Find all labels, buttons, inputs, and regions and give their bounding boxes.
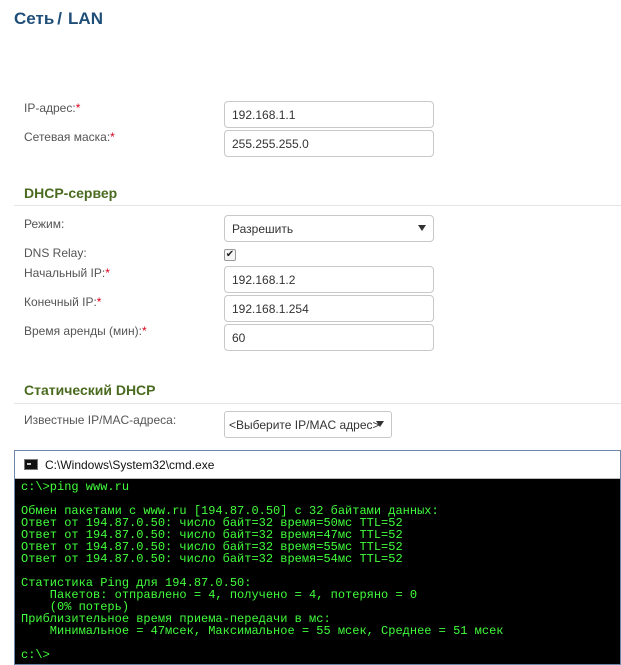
breadcrumb-separator: / — [57, 9, 63, 28]
dhcp-mode-label: Режим: — [24, 217, 65, 231]
chevron-down-icon — [376, 421, 384, 427]
ip-address-label: IP-адрес:* — [24, 101, 81, 115]
breadcrumb-root[interactable]: Сеть — [14, 9, 54, 28]
end-ip-input[interactable] — [224, 295, 434, 322]
section-divider — [14, 205, 621, 206]
chevron-down-icon — [418, 225, 426, 231]
subnet-mask-label: Сетевая маска:* — [24, 130, 115, 144]
required-mark: * — [75, 101, 81, 115]
required-mark: * — [96, 295, 102, 309]
cmd-title-bar[interactable]: C:\Windows\System32\cmd.exe — [15, 451, 620, 479]
dhcp-section-title: DHCP-сервер — [24, 185, 118, 201]
section-divider — [14, 403, 621, 404]
subnet-mask-input[interactable] — [224, 130, 434, 157]
known-ip-mac-select[interactable]: <Выберите IP/MAC адрес> — [224, 411, 392, 438]
console-icon — [24, 459, 38, 470]
required-mark: * — [110, 130, 115, 144]
checkmark-icon: ✔ — [225, 249, 235, 260]
known-ip-mac-label: Известные IP/MAC-адреса: — [24, 413, 177, 427]
cmd-output[interactable]: c:\>ping www.ru Обмен пакетами с www.ru … — [21, 481, 616, 661]
known-ip-mac-value: <Выберите IP/MAC адрес> — [229, 418, 380, 432]
dns-relay-label: DNS Relay: — [24, 246, 87, 260]
end-ip-label: Конечный IP:* — [24, 295, 102, 309]
dhcp-mode-value: Разрешить — [232, 222, 294, 236]
lease-time-label: Время аренды (мин):* — [24, 324, 147, 338]
static-dhcp-section-title: Статический DHCP — [24, 382, 156, 398]
start-ip-input[interactable] — [224, 266, 434, 293]
breadcrumb: Сеть / LAN — [14, 9, 103, 29]
cmd-window[interactable]: C:\Windows\System32\cmd.exe c:\>ping www… — [14, 450, 621, 665]
ip-address-input[interactable] — [224, 101, 434, 128]
dhcp-mode-select[interactable]: Разрешить — [224, 215, 434, 242]
required-mark: * — [141, 324, 147, 338]
cmd-window-title: C:\Windows\System32\cmd.exe — [45, 458, 215, 472]
start-ip-label: Начальный IP:* — [24, 266, 110, 280]
required-mark: * — [105, 266, 110, 280]
lease-time-input[interactable] — [224, 324, 434, 351]
dns-relay-checkbox[interactable]: ✔ — [224, 249, 236, 261]
breadcrumb-current: LAN — [68, 9, 103, 28]
